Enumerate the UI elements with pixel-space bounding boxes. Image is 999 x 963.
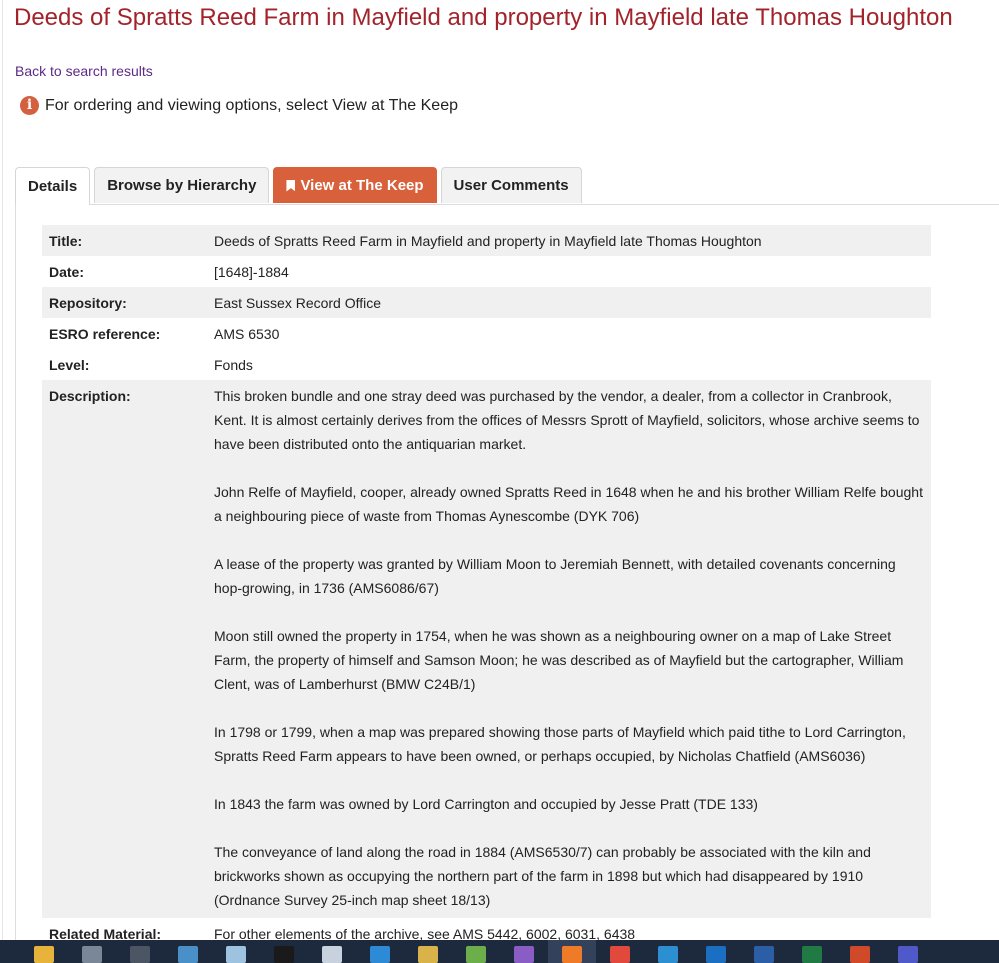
description-paragraph: In 1798 or 1799, when a map was prepared…	[214, 724, 906, 764]
tab-browse-hierarchy[interactable]: Browse by Hierarchy	[94, 167, 270, 203]
title-value: Deeds of Spratts Reed Farm in Mayfield a…	[207, 225, 931, 256]
camera-icon	[130, 946, 150, 963]
description-value: This broken bundle and one stray deed wa…	[207, 380, 931, 918]
info-icon: i	[20, 96, 39, 115]
tab-comments-label: User Comments	[453, 177, 569, 194]
description-paragraph: This broken bundle and one stray deed wa…	[214, 388, 920, 452]
description-label: Description:	[42, 380, 207, 918]
calculator-icon	[82, 946, 102, 963]
page-left-border	[2, 0, 3, 940]
taskbar-button[interactable]	[356, 940, 404, 963]
esro-reference-value: AMS 6530	[214, 326, 280, 342]
table-row: Date: [1648]-1884	[42, 256, 931, 287]
info-text: For ordering and viewing options, select…	[45, 96, 458, 114]
taskbar-button[interactable]	[68, 940, 116, 963]
tab-keep-label: View at The Keep	[300, 177, 424, 194]
table-row: Level: Fonds	[42, 349, 931, 380]
teams-icon	[898, 946, 918, 963]
esro-reference-label: ESRO reference:	[49, 326, 161, 342]
taskbar-button[interactable]	[548, 940, 596, 963]
description-paragraph: A lease of the property was granted by W…	[214, 556, 896, 596]
bookmark-icon	[286, 179, 296, 192]
table-row: Repository: East Sussex Record Office	[42, 287, 931, 318]
repository-value: East Sussex Record Office	[207, 287, 931, 318]
powerpoint-icon	[850, 946, 870, 963]
back-to-search-link[interactable]: Back to search results	[15, 63, 153, 79]
taskbar-button[interactable]	[644, 940, 692, 963]
tab-user-comments[interactable]: User Comments	[440, 167, 582, 203]
tab-view-at-keep[interactable]: View at The Keep	[273, 167, 437, 203]
taskbar-button[interactable]	[20, 940, 68, 963]
record-details-table: Title: Deeds of Spratts Reed Farm in May…	[42, 225, 931, 949]
taskbar-button[interactable]	[404, 940, 452, 963]
taskbar-button[interactable]	[260, 940, 308, 963]
taskbar-button[interactable]	[164, 940, 212, 963]
taskbar-button[interactable]	[836, 940, 884, 963]
table-row: Title: Deeds of Spratts Reed Farm in May…	[42, 225, 931, 256]
word-icon	[754, 946, 774, 963]
tab-details[interactable]: Details	[15, 167, 91, 205]
excel-icon	[802, 946, 822, 963]
taskbar-button[interactable]	[692, 940, 740, 963]
tab-hierarchy-label: Browse by Hierarchy	[107, 177, 257, 194]
info-notice: i For ordering and viewing options, sele…	[20, 96, 458, 115]
taskbar-button[interactable]	[596, 940, 644, 963]
description-paragraph: John Relfe of Mayfield, cooper, already …	[214, 484, 923, 524]
description-paragraph: Moon still owned the property in 1754, w…	[214, 628, 904, 692]
taskbar-button[interactable]	[500, 940, 548, 963]
taskbar-button[interactable]	[788, 940, 836, 963]
outlook-icon	[706, 946, 726, 963]
taskbar-button[interactable]	[452, 940, 500, 963]
taskbar-button[interactable]	[212, 940, 260, 963]
taskbar-button[interactable]	[116, 940, 164, 963]
table-row: ESRO reference: AMS 6530	[42, 318, 931, 349]
terminal-icon	[274, 946, 294, 963]
gallery-icon	[466, 946, 486, 963]
feather-icon	[178, 946, 198, 963]
chrome-icon	[610, 946, 630, 963]
taskbar-button[interactable]	[740, 940, 788, 963]
paint-icon	[322, 946, 342, 963]
visual-studio-icon	[514, 946, 534, 963]
archive-icon	[418, 946, 438, 963]
repository-label: Repository:	[42, 287, 207, 318]
taskbar-button[interactable]	[884, 940, 932, 963]
record-tabs: Details Browse by Hierarchy View at The …	[15, 167, 586, 205]
description-paragraph: The conveyance of land along the road in…	[214, 844, 871, 908]
windows-taskbar	[0, 940, 999, 963]
tab-details-label: Details	[28, 178, 78, 195]
taskbar-button[interactable]	[308, 940, 356, 963]
date-value: [1648]-1884	[214, 264, 289, 280]
title-label: Title:	[42, 225, 207, 256]
vscode-icon	[370, 946, 390, 963]
description-paragraph: In 1843 the farm was owned by Lord Carri…	[214, 796, 758, 812]
table-row: Description: This broken bundle and one …	[42, 380, 931, 918]
firefox-icon	[562, 946, 582, 963]
level-label: Level:	[49, 357, 90, 373]
level-value: Fonds	[214, 357, 253, 373]
page-title: Deeds of Spratts Reed Farm in Mayfield a…	[14, 4, 953, 31]
snipping-tool-icon	[226, 946, 246, 963]
file-explorer-icon	[34, 946, 54, 963]
ve-app-icon	[658, 946, 678, 963]
date-label: Date:	[49, 264, 85, 280]
